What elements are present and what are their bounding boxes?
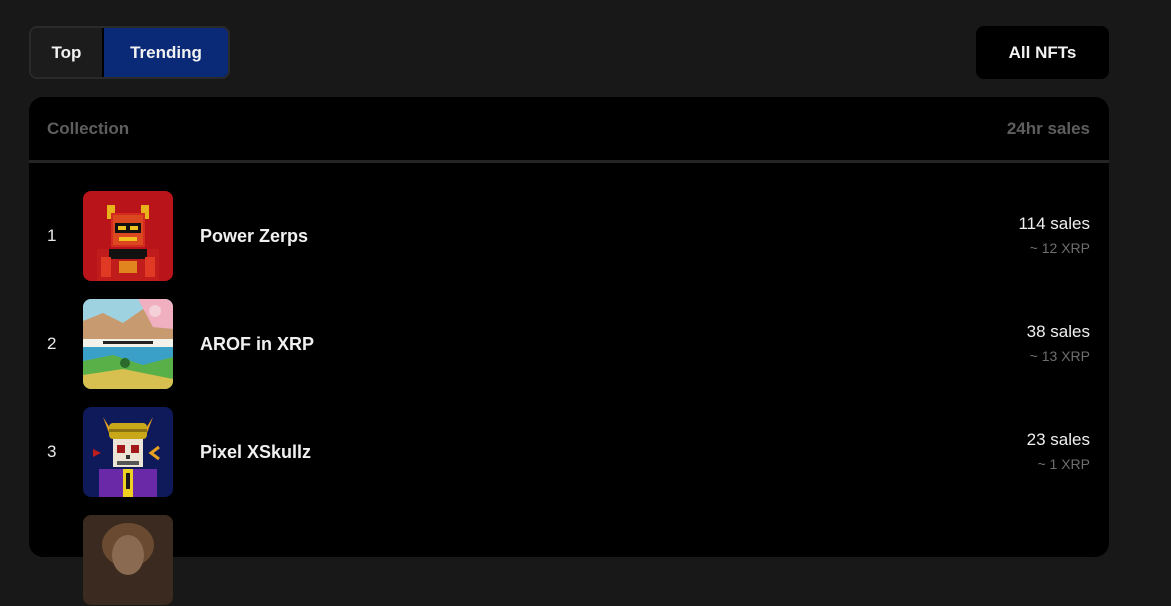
collection-thumbnail-icon[interactable] [83,515,173,605]
sales-count: 38 sales [1026,322,1090,341]
landscape-collage-art-icon[interactable] [83,299,173,389]
floor-price: ~ 12 XRP [1029,240,1090,256]
row-rank: 2 [47,334,57,353]
row-rank: 3 [47,442,57,461]
sales-count: 23 sales [1026,430,1090,449]
row-rank: 1 [47,226,57,245]
floor-price: ~ 13 XRP [1029,348,1090,364]
column-header-collection: Collection [47,119,130,138]
collection-name[interactable]: Pixel XSkullz [200,442,311,463]
table-header: Collection 24hr sales [29,97,1109,163]
tab-trending[interactable]: Trending [104,28,228,77]
table-row[interactable]: 1 Power Zerps 114 sales ~ 12 XRP [29,190,1109,282]
table-row[interactable]: 3 Pixel XSkullz 23 sales ~ 1 XRP [29,406,1109,498]
tab-top[interactable]: Top [31,28,104,77]
sales-count: 114 sales [1018,214,1090,233]
collection-name[interactable]: AROF in XRP [200,334,314,355]
floor-price: ~ 1 XRP [1037,456,1090,472]
all-nfts-button[interactable]: All NFTs [976,26,1109,79]
table-row[interactable]: 2 AROF in XRP 38 sales ~ 13 XRP [29,298,1109,390]
column-header-24hr-sales[interactable]: 24hr sales [1007,119,1090,139]
collection-name[interactable]: Power Zerps [200,226,308,247]
top-bar: Top Trending All NFTs [29,26,1109,79]
red-pixel-robot-avatar-icon[interactable] [83,191,173,281]
table-row[interactable] [29,514,1109,606]
ranking-tabs: Top Trending [29,26,230,79]
collections-table: Collection 24hr sales 1 Power Zerps 114 … [29,97,1109,605]
pixel-skull-avatar-icon[interactable] [83,407,173,497]
